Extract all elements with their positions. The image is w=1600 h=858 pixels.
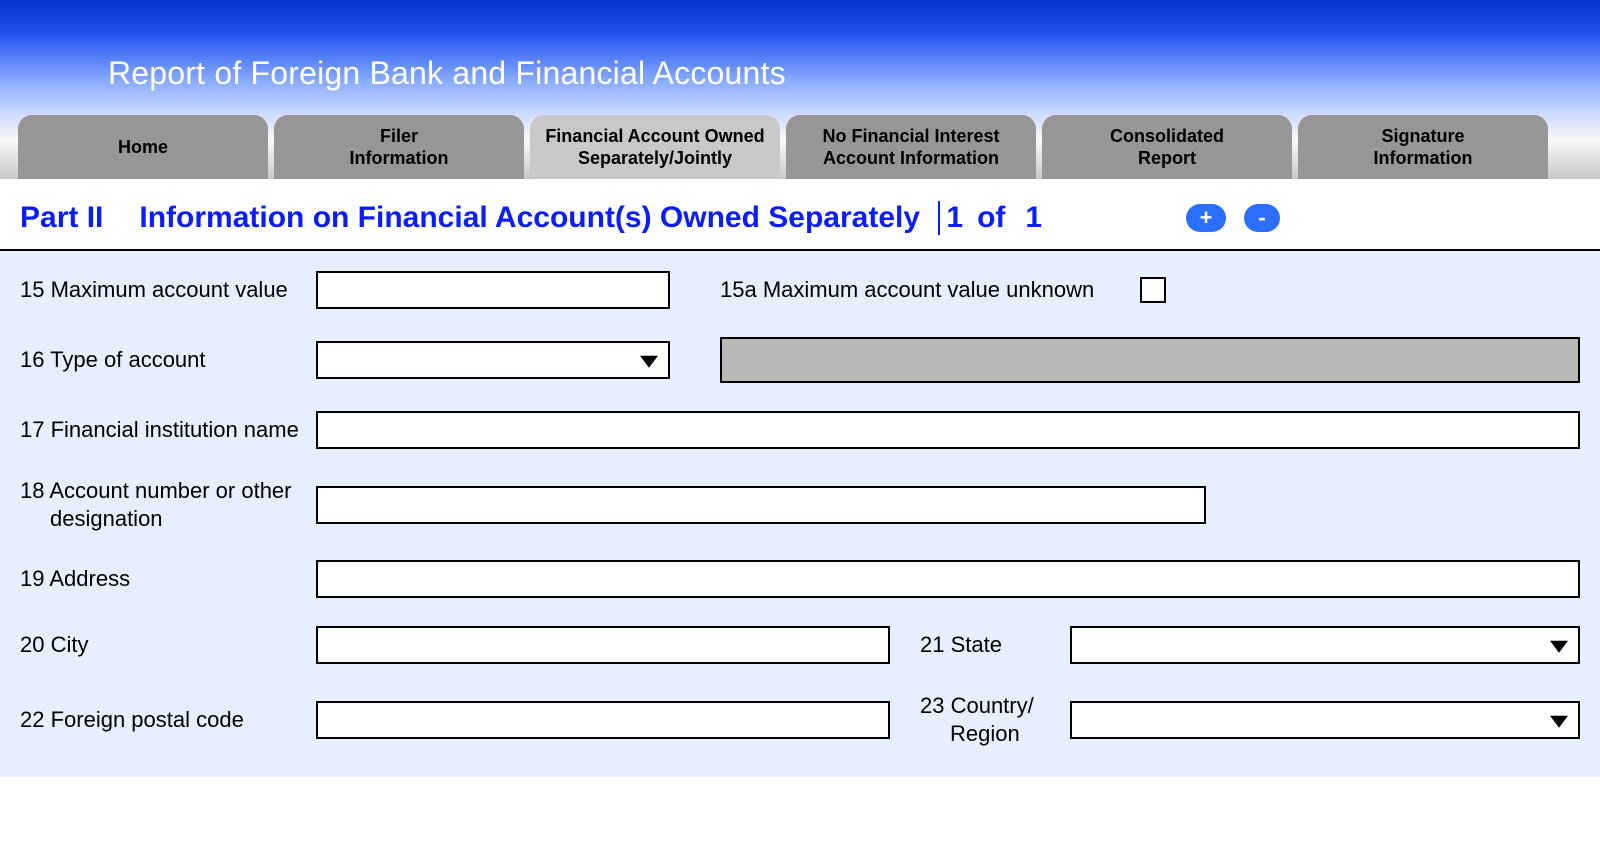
section-header: Part II Information on Financial Account… xyxy=(0,179,1600,251)
section-current: 1 xyxy=(946,201,963,235)
tab-5[interactable]: SignatureInformation xyxy=(1298,115,1548,179)
header-band: Report of Foreign Bank and Financial Acc… xyxy=(0,0,1600,115)
field-16-label: 16 Type of account xyxy=(20,347,316,373)
tab-4[interactable]: ConsolidatedReport xyxy=(1042,115,1292,179)
institution-name-input[interactable] xyxy=(316,411,1580,449)
section-title: Information on Financial Account(s) Owne… xyxy=(139,201,920,235)
type-of-account-select[interactable] xyxy=(316,341,670,379)
address-input[interactable] xyxy=(316,560,1580,598)
field-22-label: 22 Foreign postal code xyxy=(20,707,316,733)
field-20-label: 20 City xyxy=(20,632,316,658)
field-23-label: 23 Country/ Region xyxy=(920,692,1070,747)
field-15-label: 15 Maximum account value xyxy=(20,277,316,303)
account-number-input[interactable] xyxy=(316,486,1206,524)
field-18-label: 18 Account number or other designation xyxy=(20,477,316,532)
country-select[interactable] xyxy=(1070,701,1580,739)
field-17-label: 17 Financial institution name xyxy=(20,417,316,443)
city-input[interactable] xyxy=(316,626,890,664)
add-account-button[interactable]: + xyxy=(1186,204,1226,232)
field-21-label: 21 State xyxy=(920,632,1070,658)
tab-3[interactable]: No Financial InterestAccount Information xyxy=(786,115,1036,179)
postal-code-input[interactable] xyxy=(316,701,890,739)
tab-2[interactable]: Financial Account OwnedSeparately/Jointl… xyxy=(530,115,780,179)
field-19-label: 19 Address xyxy=(20,566,316,592)
section-of: of xyxy=(977,201,1005,235)
remove-account-button[interactable]: - xyxy=(1244,204,1280,232)
tab-1[interactable]: FilerInformation xyxy=(274,115,524,179)
field-15a-label: 15a Maximum account value unknown xyxy=(720,277,1140,303)
section-part: Part II xyxy=(20,201,103,235)
page-title: Report of Foreign Bank and Financial Acc… xyxy=(108,55,1600,92)
state-select[interactable] xyxy=(1070,626,1580,664)
type-of-account-other-input[interactable] xyxy=(720,337,1580,383)
form-area: 15 Maximum account value 15a Maximum acc… xyxy=(0,251,1600,777)
counter-bar xyxy=(926,201,940,235)
max-account-value-input[interactable] xyxy=(316,271,670,309)
section-total: 1 xyxy=(1025,201,1042,235)
max-value-unknown-checkbox[interactable] xyxy=(1140,277,1166,303)
tab-0[interactable]: Home xyxy=(18,115,268,179)
tabs-container: HomeFilerInformationFinancial Account Ow… xyxy=(0,115,1600,179)
